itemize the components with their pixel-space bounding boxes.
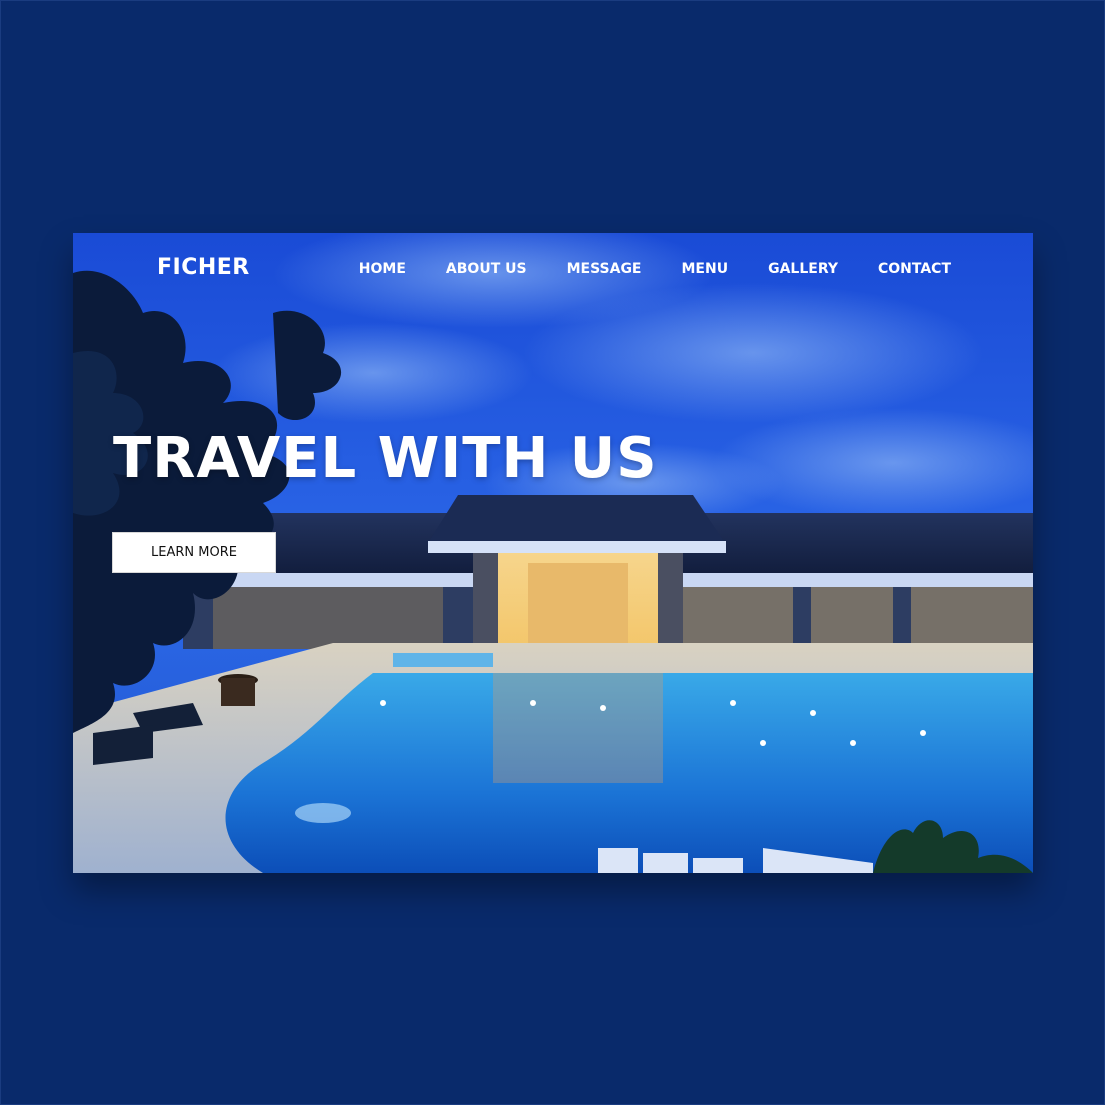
hero-title: TRAVEL WITH US	[113, 426, 658, 491]
nav-links: HOME ABOUT US MESSAGE MENU GALLERY CONTA…	[319, 261, 951, 277]
brand-logo[interactable]: FICHER	[157, 255, 250, 280]
nav-item-home[interactable]: HOME	[359, 261, 406, 277]
nav-item-contact[interactable]: CONTACT	[878, 261, 951, 277]
learn-more-button[interactable]: LEARN MORE	[112, 532, 276, 573]
nav-item-gallery[interactable]: GALLERY	[768, 261, 838, 277]
top-navigation: FICHER HOME ABOUT US MESSAGE MENU GALLER…	[73, 233, 1033, 308]
nav-item-menu[interactable]: MENU	[682, 261, 729, 277]
nav-item-about-us[interactable]: ABOUT US	[446, 261, 527, 277]
nav-item-message[interactable]: MESSAGE	[567, 261, 642, 277]
hero-section: FICHER HOME ABOUT US MESSAGE MENU GALLER…	[73, 233, 1033, 873]
